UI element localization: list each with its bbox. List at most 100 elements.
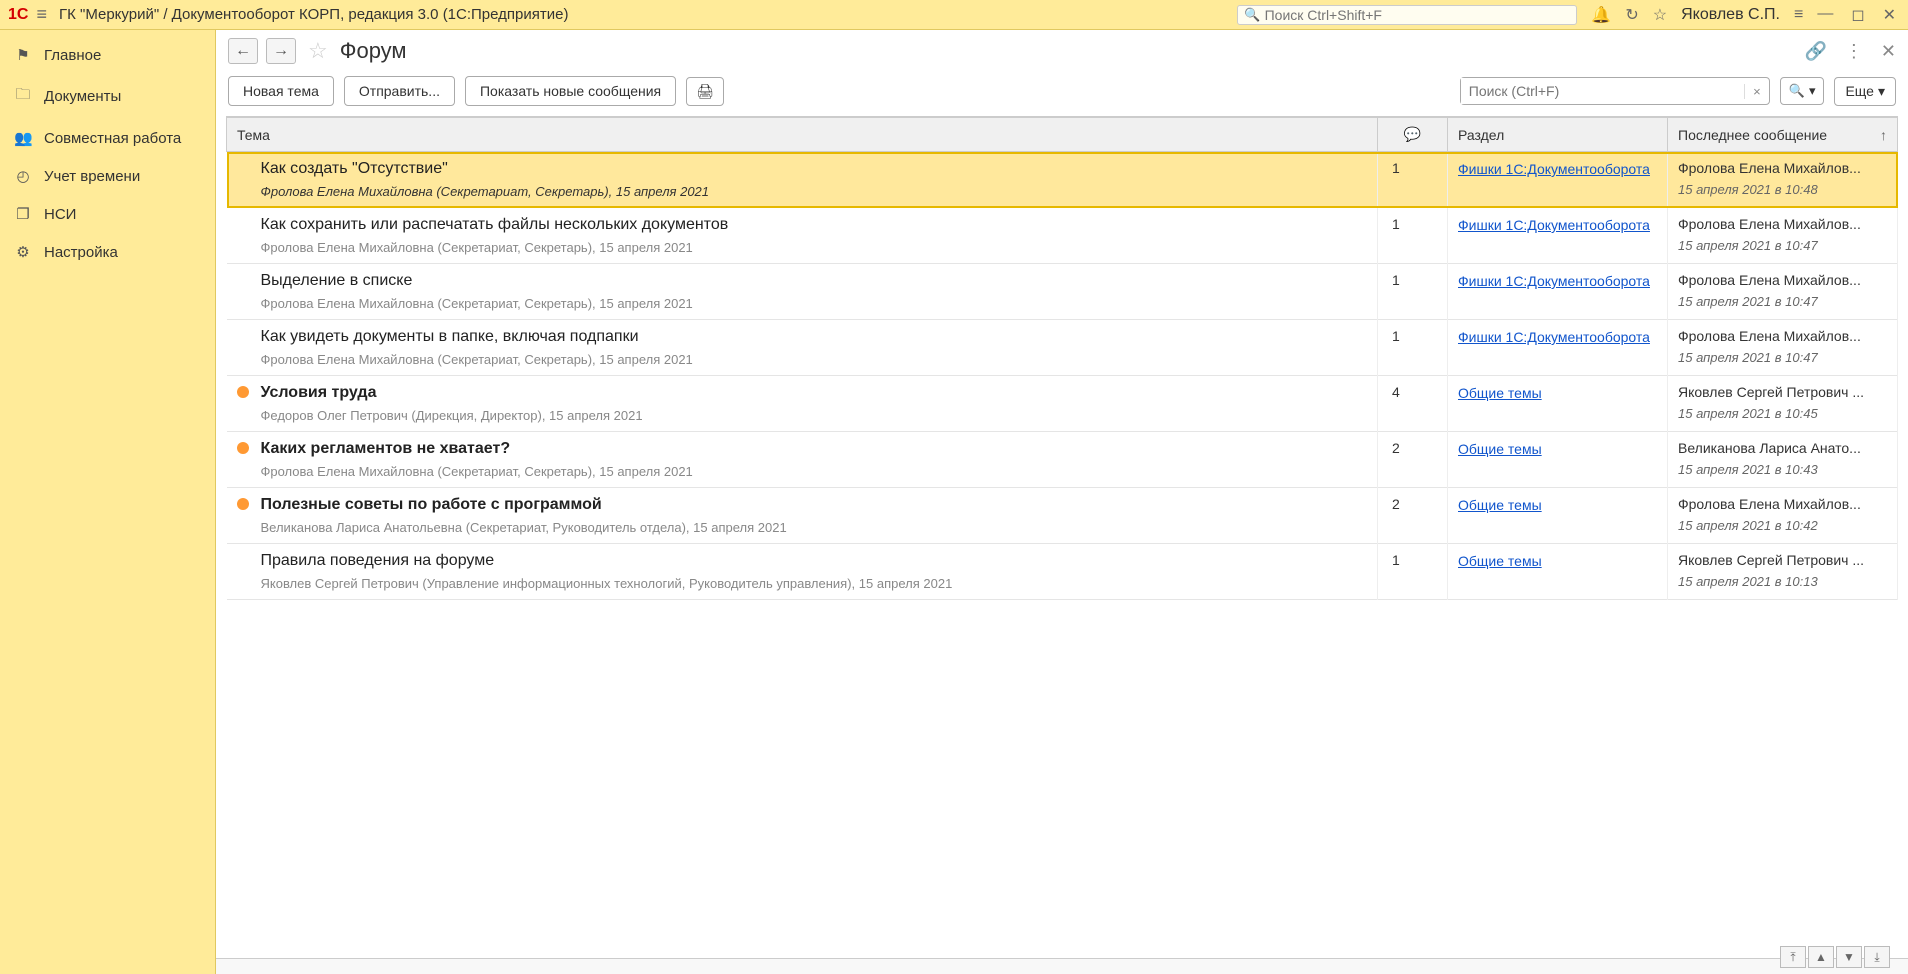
topic-meta: Великанова Лариса Анатольевна (Секретари… xyxy=(261,520,1368,535)
section-link[interactable]: Фишки 1С:Документооборота xyxy=(1458,217,1650,233)
sidebar-item-main[interactable]: ⚑ Главное xyxy=(0,36,215,74)
nav-back-button[interactable]: ← xyxy=(228,38,258,64)
table-row[interactable]: Как сохранить или распечатать файлы неск… xyxy=(227,208,1898,264)
global-search[interactable]: 🔍 xyxy=(1237,5,1577,25)
last-date: 15 апреля 2021 в 10:42 xyxy=(1678,518,1887,533)
filter-icon[interactable]: ≡ xyxy=(1794,6,1803,24)
history-icon[interactable]: ↻ xyxy=(1625,5,1638,25)
sidebar-item-label: Документы xyxy=(44,88,121,105)
clear-search-icon[interactable]: × xyxy=(1744,84,1769,99)
section-link[interactable]: Фишки 1С:Документооборота xyxy=(1458,273,1650,289)
print-button[interactable]: 🖨 xyxy=(686,77,724,106)
table-row[interactable]: Условия трудаФедоров Олег Петрович (Дире… xyxy=(227,376,1898,432)
col-replies[interactable]: 💬 xyxy=(1378,118,1448,152)
sidebar-item-label: Настройка xyxy=(44,244,118,261)
show-new-button[interactable]: Показать новые сообщения xyxy=(465,76,676,106)
sidebar-item-label: Главное xyxy=(44,47,101,64)
reply-count: 1 xyxy=(1378,544,1448,600)
col-last-message[interactable]: Последнее сообщение ↑ xyxy=(1668,118,1898,152)
close-icon[interactable]: ✕ xyxy=(1879,5,1900,25)
last-date: 15 апреля 2021 в 10:47 xyxy=(1678,238,1887,253)
table-row[interactable]: Правила поведения на форумеЯковлев Серге… xyxy=(227,544,1898,600)
nav-bottom-button[interactable]: ⤓ xyxy=(1864,946,1890,968)
section-cell: Общие темы xyxy=(1448,488,1668,544)
section-link[interactable]: Общие темы xyxy=(1458,553,1542,569)
topic-cell: Условия трудаФедоров Олег Петрович (Дире… xyxy=(227,376,1378,432)
topic-title: Как создать "Отсутствие" xyxy=(261,160,1368,178)
window-title: ГК "Меркурий" / Документооборот КОРП, ре… xyxy=(59,6,569,23)
favorite-star-icon[interactable]: ☆ xyxy=(308,38,328,64)
minimize-icon[interactable]: — xyxy=(1813,5,1837,25)
link-icon[interactable]: 🔗 xyxy=(1804,41,1826,62)
topics-table: Тема 💬 Раздел Последнее сообщение ↑ Как … xyxy=(226,117,1898,600)
titlebar: 1C ≡ ГК "Меркурий" / Документооборот КОР… xyxy=(0,0,1908,30)
sidebar: ⚑ Главное 🗀 Документы 👥 Совместная работ… xyxy=(0,30,216,974)
sidebar-item-nsi[interactable]: ❐ НСИ xyxy=(0,195,215,233)
table-row[interactable]: Каких регламентов не хватает?Фролова Еле… xyxy=(227,432,1898,488)
last-message-cell: Фролова Елена Михайлов...15 апреля 2021 … xyxy=(1668,264,1898,320)
current-user[interactable]: Яковлев С.П. xyxy=(1681,6,1780,24)
topic-title: Как сохранить или распечатать файлы неск… xyxy=(261,216,1368,234)
nav-down-button[interactable]: ▼ xyxy=(1836,946,1862,968)
star-icon[interactable]: ☆ xyxy=(1653,5,1667,25)
section-link[interactable]: Фишки 1С:Документооборота xyxy=(1458,329,1650,345)
folder-icon: 🗀 xyxy=(14,84,32,109)
last-date: 15 апреля 2021 в 10:45 xyxy=(1678,406,1887,421)
list-search-input[interactable] xyxy=(1461,78,1744,104)
app-logo: 1C xyxy=(8,6,28,24)
topics-table-wrap[interactable]: Тема 💬 Раздел Последнее сообщение ↑ Как … xyxy=(226,116,1898,948)
section-link[interactable]: Общие темы xyxy=(1458,497,1542,513)
list-search[interactable]: × xyxy=(1460,77,1770,105)
more-button[interactable]: Еще ▾ xyxy=(1834,77,1896,106)
section-cell: Фишки 1С:Документооборота xyxy=(1448,152,1668,208)
sidebar-item-documents[interactable]: 🗀 Документы xyxy=(0,74,215,119)
kebab-icon[interactable]: ⋮ xyxy=(1845,41,1863,62)
nav-forward-button[interactable]: → xyxy=(266,38,296,64)
unread-dot-icon xyxy=(237,498,249,510)
sidebar-item-time[interactable]: ◴ Учет времени xyxy=(0,157,215,195)
maximize-icon[interactable]: ◻ xyxy=(1847,5,1868,25)
window-controls: — ◻ ✕ xyxy=(1813,5,1900,25)
nav-up-button[interactable]: ▲ xyxy=(1808,946,1834,968)
last-author: Яковлев Сергей Петрович ... xyxy=(1678,552,1887,568)
send-button[interactable]: Отправить... xyxy=(344,76,455,106)
table-row[interactable]: Выделение в спискеФролова Елена Михайлов… xyxy=(227,264,1898,320)
sidebar-item-collab[interactable]: 👥 Совместная работа xyxy=(0,119,215,157)
hamburger-icon[interactable]: ≡ xyxy=(36,4,47,25)
last-author: Фролова Елена Михайлов... xyxy=(1678,328,1887,344)
section-link[interactable]: Общие темы xyxy=(1458,385,1542,401)
topic-meta: Фролова Елена Михайловна (Секретариат, С… xyxy=(261,464,1368,479)
flag-icon: ⚑ xyxy=(14,46,32,64)
sidebar-item-label: Совместная работа xyxy=(44,130,181,147)
topic-meta: Фролова Елена Михайловна (Секретариат, С… xyxy=(261,352,1368,367)
nav-top-button[interactable]: ⤒ xyxy=(1780,946,1806,968)
section-cell: Фишки 1С:Документооборота xyxy=(1448,208,1668,264)
col-section[interactable]: Раздел xyxy=(1448,118,1668,152)
last-message-cell: Яковлев Сергей Петрович ... 15 апреля 202… xyxy=(1668,376,1898,432)
last-message-cell: Фролова Елена Михайлов...15 апреля 2021 … xyxy=(1668,488,1898,544)
table-row[interactable]: Как создать "Отсутствие" Фролова Елена Ми… xyxy=(227,152,1898,208)
table-row[interactable]: Как увидеть документы в папке, включая п… xyxy=(227,320,1898,376)
col-topic[interactable]: Тема xyxy=(227,118,1378,152)
topic-meta: Яковлев Сергей Петрович (Управление инфо… xyxy=(261,576,1368,591)
new-topic-button[interactable]: Новая тема xyxy=(228,76,334,106)
topic-meta: Фролова Елена Михайловна (Секретариат, С… xyxy=(261,184,1368,199)
last-message-cell: Фролова Елена Михайлов...15 апреля 2021 … xyxy=(1668,208,1898,264)
global-search-input[interactable] xyxy=(1265,7,1571,23)
list-navigation: ⤒ ▲ ▼ ⤓ xyxy=(1780,946,1890,968)
reply-count: 4 xyxy=(1378,376,1448,432)
section-link[interactable]: Общие темы xyxy=(1458,441,1542,457)
topic-cell: Выделение в спискеФролова Елена Михайлов… xyxy=(227,264,1378,320)
sidebar-item-settings[interactable]: ⚙ Настройка xyxy=(0,233,215,271)
close-tab-icon[interactable]: ✕ xyxy=(1881,41,1896,62)
search-dropdown-button[interactable]: 🔍 ▾ xyxy=(1780,77,1825,105)
topic-title: Полезные советы по работе с программой xyxy=(261,496,1368,514)
table-row[interactable]: Полезные советы по работе с программой Ве… xyxy=(227,488,1898,544)
print-icon: 🖨 xyxy=(696,83,714,99)
page-header: ← → ☆ Форум 🔗 ⋮ ✕ xyxy=(216,30,1908,72)
chevron-down-icon: ▾ xyxy=(1809,83,1816,99)
bell-icon[interactable]: 🔔 xyxy=(1591,5,1611,25)
section-link[interactable]: Фишки 1С:Документооборота xyxy=(1458,161,1650,177)
last-author: Яковлев Сергей Петрович ... xyxy=(1678,384,1887,400)
topic-title: Условия труда xyxy=(261,384,1368,402)
